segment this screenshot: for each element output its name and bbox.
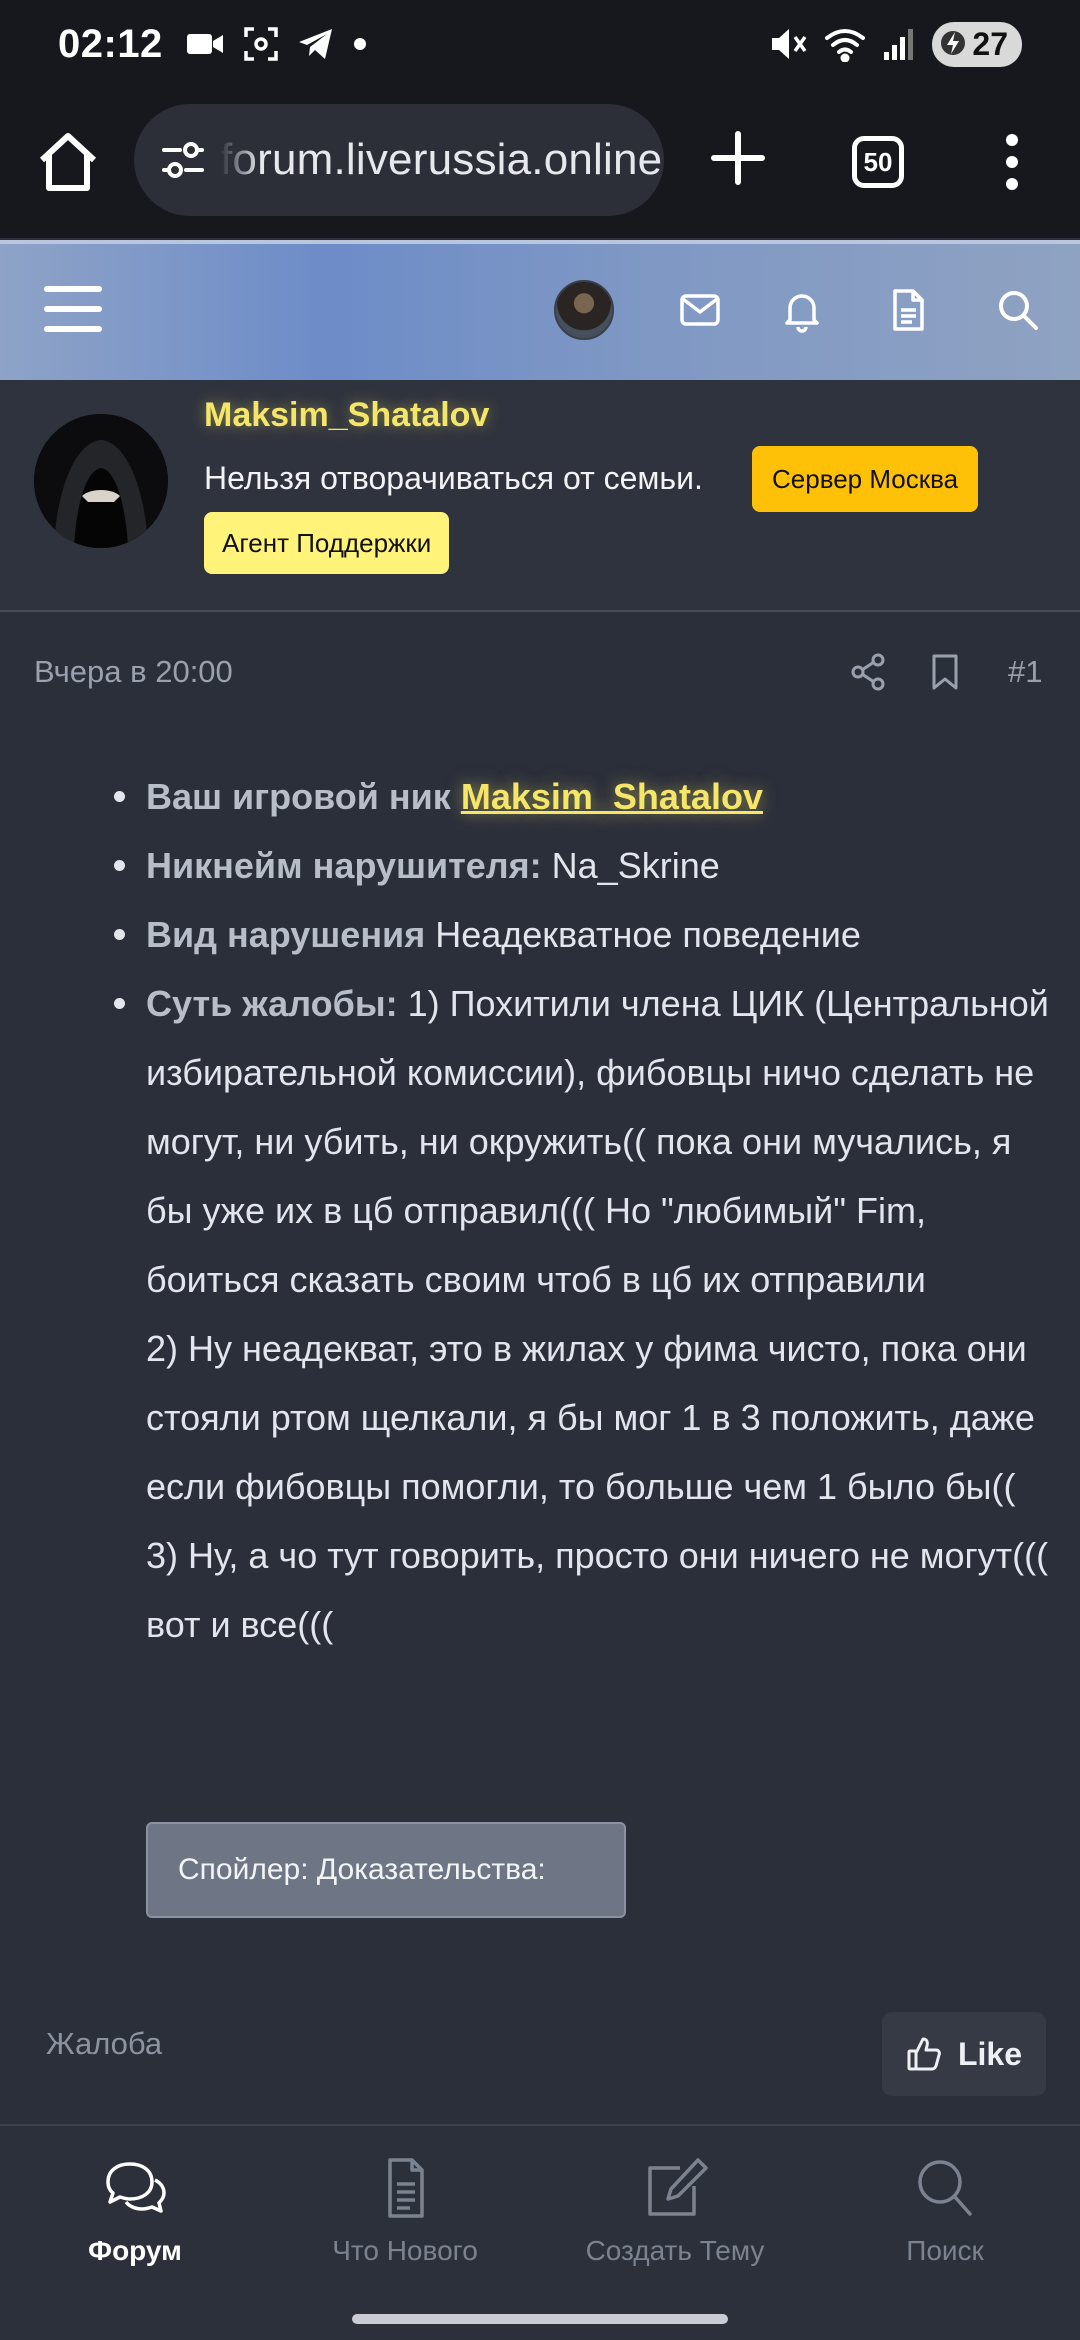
complaint-line: 2) Ну неадекват, это в жилах у фима чист… [146, 1328, 1035, 1507]
field-label: Вид нарушения [146, 914, 426, 955]
author-title: Нельзя отворачиваться от семьи. [204, 460, 703, 496]
like-button[interactable]: Like [882, 2012, 1046, 2096]
like-label: Like [957, 2035, 1023, 2072]
signal-icon [884, 29, 914, 60]
dot-icon [353, 38, 366, 50]
post-number[interactable]: #1 [1008, 654, 1042, 690]
document-icon [388, 2158, 424, 2218]
nav-label: Форум [88, 2235, 182, 2266]
new-tab-icon[interactable] [708, 128, 768, 188]
field-label: Суть жалобы: [146, 983, 398, 1024]
spoiler-button[interactable]: Спойлер: Доказательства: [146, 1822, 626, 1918]
complaint-list: Ваш игровой ник Maksim_Shatalov Никнейм … [0, 762, 1080, 1659]
battery-indicator: 27 [932, 21, 1022, 67]
complaint-line: 3) Ну, а чо тут говорить, просто они нич… [146, 1535, 1049, 1645]
badge-server: Сервер Москва [752, 446, 979, 512]
battery-icon [941, 30, 966, 55]
badge-agent: Агент Поддержки [204, 512, 450, 574]
telegram-icon [298, 29, 332, 59]
url-text: forum.liverussia.online [220, 135, 663, 184]
post-date[interactable]: Вчера в 20:00 [34, 654, 233, 690]
header-avatar[interactable] [554, 280, 614, 340]
list-item: Вид нарушения Неадекватное поведение [0, 900, 1080, 969]
nav-label: Поиск [906, 2235, 984, 2266]
edit-icon [648, 2158, 708, 2216]
tab-switcher-button[interactable]: 50 [852, 136, 904, 188]
nav-whats-new[interactable]: Что Нового [270, 2156, 540, 2267]
list-item: Суть жалобы: 1) Похитили члена ЦИК (Цент… [0, 969, 1080, 1659]
field-value: Неадекватное поведение [435, 914, 861, 955]
author-username[interactable]: Maksim_Shatalov [204, 396, 489, 435]
mail-icon[interactable] [676, 286, 724, 334]
post-prefix-tag[interactable]: Жалоба [46, 2026, 162, 2062]
share-icon[interactable] [850, 652, 886, 692]
post-meta: Вчера в 20:00 #1 [0, 612, 1080, 732]
nav-forum[interactable]: Форум [0, 2156, 270, 2267]
more-menu-icon[interactable] [994, 130, 1030, 194]
field-value: Na_Skrine [551, 845, 720, 886]
search-icon[interactable] [994, 286, 1042, 334]
field-label: Никнейм нарушителя: [146, 845, 542, 886]
nav-label: Что Нового [332, 2235, 478, 2266]
mute-icon [772, 29, 807, 59]
forum-header [0, 240, 1080, 380]
search-icon [918, 2160, 972, 2216]
screenshot-icon [244, 27, 278, 61]
complaint-line: 1) Похитили члена ЦИК (Центральной избир… [146, 983, 1049, 1300]
nav-search[interactable]: Поиск [810, 2156, 1080, 2267]
nav-label: Создать Тему [585, 2235, 765, 2266]
status-time: 02:12 [58, 21, 163, 66]
wifi-icon [825, 29, 866, 62]
thumbs-up-icon [907, 2037, 941, 2071]
author-avatar[interactable] [34, 414, 168, 548]
hooded-figure-icon [34, 414, 168, 548]
nav-create-thread[interactable]: Создать Тему [540, 2156, 810, 2267]
address-bar[interactable]: forum.liverussia.online [134, 104, 664, 216]
bottom-navigation: Форум Что Нового Создать Тему Поиск [0, 2124, 1080, 2340]
battery-level: 27 [972, 25, 1008, 62]
status-bar: 02:12 27 [0, 0, 1080, 88]
tab-count: 50 [863, 146, 893, 177]
post-author-block: Maksim_Shatalov Нельзя отворачиваться от… [0, 380, 1080, 612]
video-call-icon [186, 34, 223, 54]
site-settings-icon[interactable] [158, 135, 208, 185]
post-body: Ваш игровой ник Maksim_Shatalov Никнейм … [0, 762, 1080, 1659]
player-nick-link[interactable]: Maksim_Shatalov [461, 776, 763, 817]
list-item: Никнейм нарушителя: Na_Skrine [0, 831, 1080, 900]
home-icon[interactable] [36, 130, 100, 194]
notifications-icon[interactable] [778, 286, 826, 334]
whats-new-icon[interactable] [884, 286, 932, 334]
list-item: Ваш игровой ник Maksim_Shatalov [0, 762, 1080, 831]
field-label: Ваш игровой ник [146, 776, 451, 817]
menu-icon[interactable] [44, 286, 102, 334]
gesture-bar[interactable] [352, 2314, 728, 2324]
browser-toolbar: forum.liverussia.online 50 [0, 88, 1080, 238]
bookmark-icon[interactable] [928, 652, 962, 692]
forum-icon [106, 2162, 166, 2213]
